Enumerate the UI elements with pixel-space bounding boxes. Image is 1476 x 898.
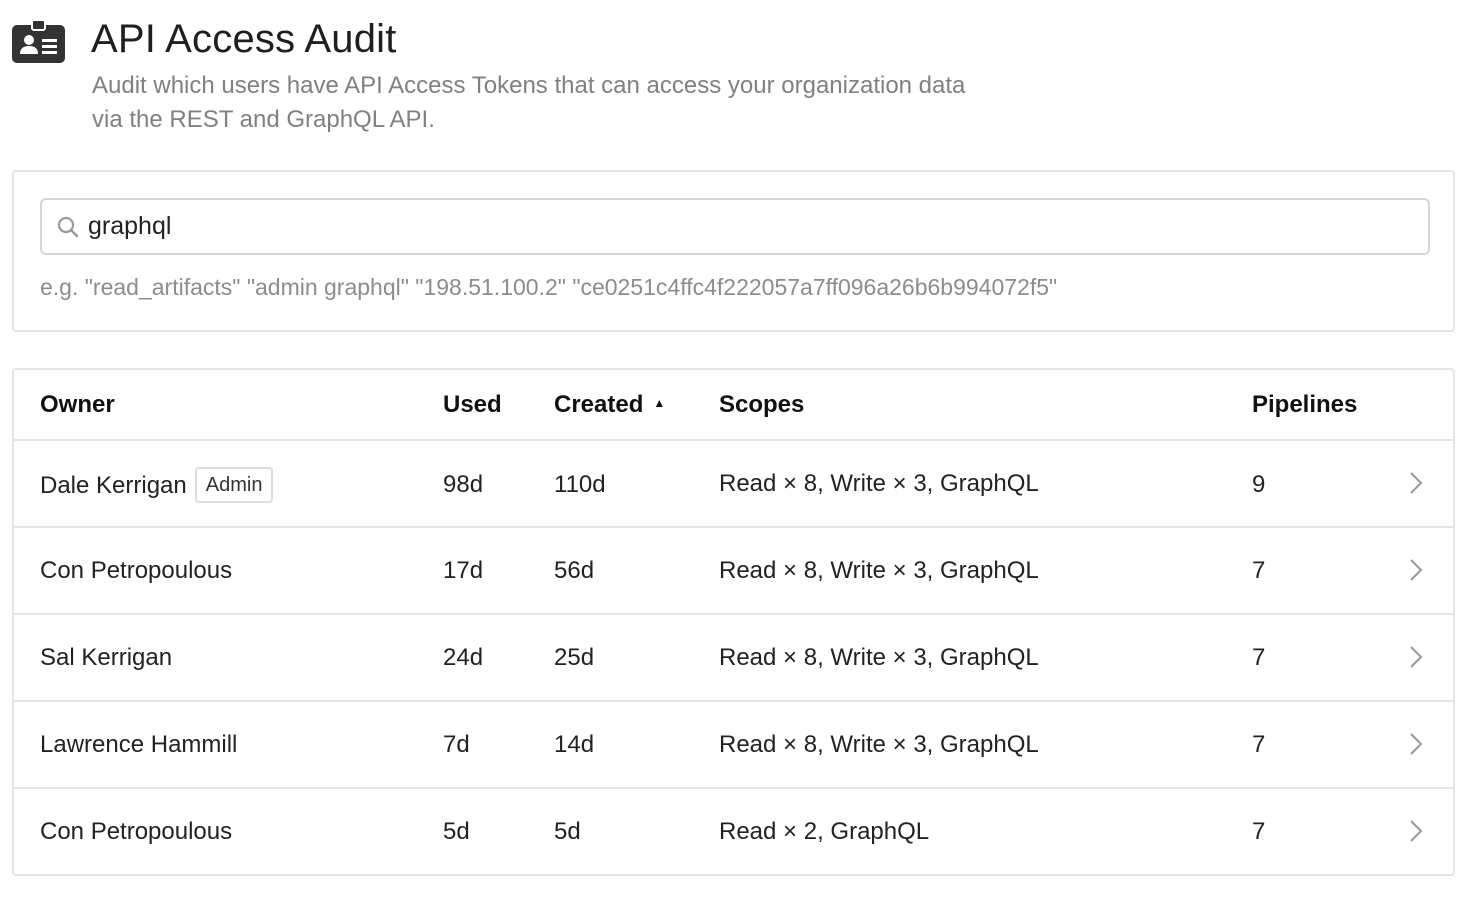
column-owner[interactable]: Owner <box>40 391 115 419</box>
admin-badge: Admin <box>194 467 274 503</box>
scopes-cell: Read × 2, GraphQL <box>719 818 930 845</box>
used-cell: 24d <box>443 644 484 671</box>
pipelines-cell: 7 <box>1252 557 1266 584</box>
sort-ascending-icon: ▲ <box>653 396 666 410</box>
table-row[interactable]: Lawrence Hammill 7d 14d Read × 8, Write … <box>14 702 1453 789</box>
created-cell: 5d <box>554 818 581 845</box>
chevron-right-icon <box>1410 472 1423 494</box>
column-used[interactable]: Used <box>443 391 502 419</box>
table-row[interactable]: Con Petropoulous 17d 56d Read × 8, Write… <box>14 528 1453 615</box>
chevron-right-icon <box>1410 559 1423 581</box>
column-created-label: Created <box>554 391 644 418</box>
owner-name: Lawrence Hammill <box>40 731 238 758</box>
pipelines-cell: 7 <box>1252 818 1266 845</box>
used-cell: 5d <box>443 818 470 845</box>
owner-name: Con Petropoulous <box>40 557 233 584</box>
table-row[interactable]: Sal Kerrigan 24d 25d Read × 8, Write × 3… <box>14 615 1453 702</box>
pipelines-cell: 7 <box>1252 731 1266 758</box>
pipelines-cell: 7 <box>1252 644 1266 671</box>
pipelines-cell: 9 <box>1252 471 1266 498</box>
created-cell: 14d <box>554 731 595 758</box>
created-cell: 25d <box>554 644 595 671</box>
table-header: Owner Used Created ▲ Scopes Pipelines <box>14 370 1453 441</box>
scopes-cell: Read × 8, Write × 3, GraphQL <box>719 731 1039 758</box>
search-hint: e.g. "read_artifacts" "admin graphql" "1… <box>40 274 1058 300</box>
scopes-cell: Read × 8, Write × 3, GraphQL <box>719 644 1039 671</box>
chevron-right-icon <box>1410 820 1423 842</box>
owner-cell: Dale Kerrigan Admin <box>40 467 274 503</box>
column-pipelines[interactable]: Pipelines <box>1252 391 1357 419</box>
table-row[interactable]: Dale Kerrigan Admin 98d 110d Read × 8, Wr… <box>14 439 1453 528</box>
search-input[interactable] <box>88 200 1408 253</box>
page-description: Audit which users have API Access Tokens… <box>92 72 966 133</box>
used-cell: 98d <box>443 471 484 498</box>
used-cell: 17d <box>443 557 484 584</box>
table-row[interactable]: Con Petropoulous 5d 5d Read × 2, GraphQL… <box>14 789 1453 874</box>
id-card-icon <box>12 20 65 63</box>
scopes-cell: Read × 8, Write × 3, GraphQL <box>719 557 1039 584</box>
search-panel: e.g. "read_artifacts" "admin graphql" "1… <box>12 170 1455 332</box>
used-cell: 7d <box>443 731 470 758</box>
owner-name: Con Petropoulous <box>40 818 233 845</box>
owner-name: Dale Kerrigan <box>40 472 187 499</box>
scopes-cell: Read × 8, Write × 3, GraphQL <box>719 470 1039 497</box>
created-cell: 110d <box>554 471 606 498</box>
created-cell: 56d <box>554 557 595 584</box>
search-icon <box>57 216 79 238</box>
tokens-table: Owner Used Created ▲ Scopes Pipelines Dal… <box>12 368 1455 876</box>
column-scopes[interactable]: Scopes <box>719 391 804 419</box>
chevron-right-icon <box>1410 646 1423 668</box>
page-title: API Access Audit <box>91 17 397 61</box>
column-created[interactable]: Created ▲ <box>554 391 665 419</box>
chevron-right-icon <box>1410 733 1423 755</box>
search-box[interactable] <box>40 198 1430 255</box>
owner-name: Sal Kerrigan <box>40 644 173 671</box>
